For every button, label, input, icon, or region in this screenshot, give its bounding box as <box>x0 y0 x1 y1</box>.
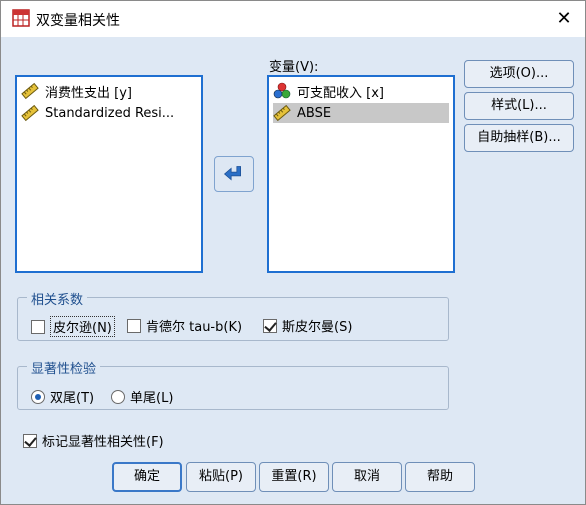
correlation-legend: 相关系数 <box>27 289 88 308</box>
list-item-label: Standardized Resi... <box>45 105 175 121</box>
options-button[interactable]: 选项(O)... <box>464 60 574 88</box>
one-tailed-radio[interactable]: 单尾(L) <box>111 387 173 406</box>
source-variable-list[interactable]: 消费性支出 [y] Standardized Resi... <box>15 75 203 273</box>
list-item-label: ABSE <box>297 105 332 121</box>
list-item[interactable]: Standardized Resi... <box>21 103 174 123</box>
close-button[interactable]: ✕ <box>549 5 579 33</box>
scale-ruler-icon <box>21 104 39 122</box>
paste-button[interactable]: 粘贴(P) <box>186 462 256 492</box>
radio-button-checked <box>31 389 45 404</box>
significance-legend: 显著性检验 <box>27 358 101 377</box>
title-bar: 双变量相关性 ✕ <box>1 1 585 37</box>
kendall-label: 肯德尔 tau-b(K) <box>146 320 243 335</box>
radio-button <box>111 389 125 404</box>
scale-ruler-icon <box>273 104 291 122</box>
list-item[interactable]: 消费性支出 [y] <box>21 81 132 101</box>
spearman-checkbox[interactable]: 斯皮尔曼(S) <box>263 316 352 335</box>
variables-label: 变量(V): <box>269 60 319 75</box>
style-button[interactable]: 样式(L)... <box>464 92 574 120</box>
ok-button[interactable]: 确定 <box>112 462 182 492</box>
two-tailed-label: 双尾(T) <box>50 391 95 406</box>
bootstrap-button[interactable]: 自助抽样(B)... <box>464 124 574 152</box>
cancel-button[interactable]: 取消 <box>332 462 402 492</box>
close-icon: ✕ <box>556 8 572 29</box>
list-item-selected[interactable]: ABSE <box>273 103 449 123</box>
checkbox-box <box>127 318 141 333</box>
nominal-balls-icon <box>273 82 291 99</box>
checkbox-box <box>31 319 45 334</box>
flag-significant-label: 标记显著性相关性(F) <box>42 435 164 450</box>
pearson-checkbox[interactable]: 皮尔逊(N) <box>31 316 115 337</box>
checkbox-box-checked <box>23 433 37 448</box>
target-variable-list[interactable]: 可支配收入 [x] ABSE <box>267 75 455 273</box>
app-table-icon <box>12 9 30 27</box>
pearson-label: 皮尔逊(N) <box>50 316 115 337</box>
two-tailed-radio[interactable]: 双尾(T) <box>31 387 94 406</box>
list-item-label: 可支配收入 [x] <box>297 85 384 101</box>
reset-button[interactable]: 重置(R) <box>259 462 329 492</box>
one-tailed-label: 单尾(L) <box>130 391 174 406</box>
help-button[interactable]: 帮助 <box>405 462 475 492</box>
list-item-label: 消费性支出 [y] <box>45 85 132 101</box>
window-title: 双变量相关性 <box>36 13 120 29</box>
list-item[interactable]: 可支配收入 [x] <box>273 81 449 101</box>
flag-significant-checkbox[interactable]: 标记显著性相关性(F) <box>23 431 164 450</box>
checkbox-box-checked <box>263 318 277 333</box>
kendall-checkbox[interactable]: 肯德尔 tau-b(K) <box>127 316 242 335</box>
scale-ruler-icon <box>21 82 39 100</box>
arrow-left-icon <box>223 166 241 181</box>
spearman-label: 斯皮尔曼(S) <box>282 320 353 335</box>
move-variable-button[interactable] <box>214 156 254 192</box>
dialog-window: 双变量相关性 ✕ 消费性支出 [y] Standardized Resi... … <box>0 0 586 505</box>
